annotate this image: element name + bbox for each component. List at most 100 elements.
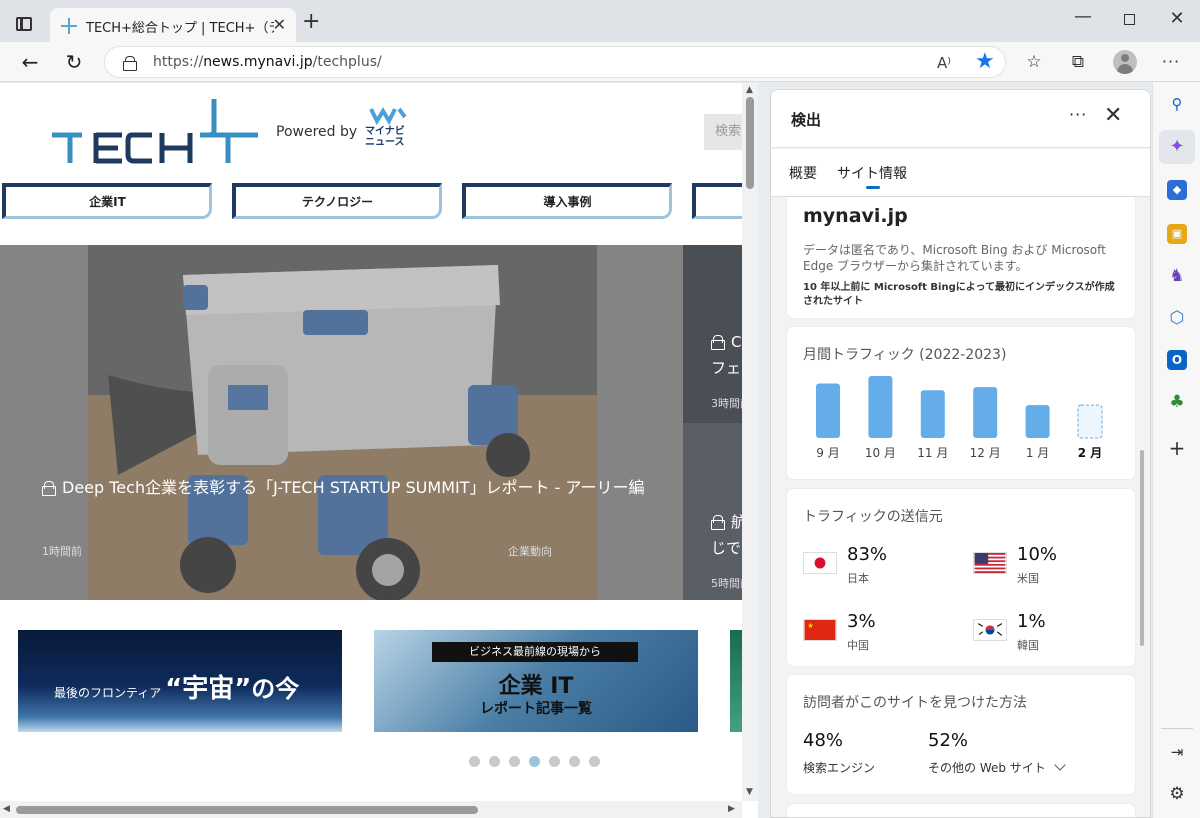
traffic-month-label: 2 月 — [1078, 446, 1103, 460]
site-name: mynavi.jp — [803, 205, 908, 227]
panel-scrollbar[interactable] — [1140, 450, 1144, 646]
traffic-bar — [920, 390, 945, 438]
add-icon[interactable]: + — [1167, 438, 1187, 458]
horizontal-scroll-thumb[interactable] — [16, 806, 478, 814]
site-index-note: 10 年以上前に Microsoft Bingによって最初にインデックスが作成さ… — [803, 282, 1115, 307]
refresh-button[interactable]: ↻ — [62, 50, 86, 74]
next-card — [787, 804, 1135, 817]
read-aloud-icon[interactable]: A⁾ — [937, 54, 951, 72]
search-icon[interactable]: ⚲ — [1167, 94, 1187, 114]
close-window-button[interactable]: ✕ — [1162, 8, 1192, 29]
panel-more-icon[interactable]: ··· — [1069, 105, 1087, 124]
site-info-card: mynavi.jp データは匿名であり、Microsoft Bing および M… — [787, 197, 1135, 318]
minimize-button[interactable]: — — [1068, 6, 1098, 27]
vertical-scrollbar[interactable]: ▲ ▼ — [742, 83, 758, 801]
carousel-dot[interactable] — [549, 756, 560, 767]
outlook-icon[interactable]: O — [1167, 350, 1187, 370]
tab-site-info[interactable]: サイト情報 — [837, 163, 907, 183]
traffic-bar — [1077, 404, 1103, 439]
browser-tab[interactable]: TECH+総合トップ | TECH+（テック） ✕ — [50, 8, 296, 42]
close-tab-icon[interactable]: ✕ — [273, 15, 286, 34]
carousel-dots — [469, 752, 609, 771]
category-technology[interactable]: テクノロジー — [232, 183, 442, 219]
panel-tabs: 概要 サイト情報 — [771, 149, 1150, 197]
kr-flag-icon — [973, 619, 1007, 641]
traffic-bar — [868, 376, 893, 438]
traffic-bar — [1025, 405, 1050, 438]
tab-actions-icon[interactable] — [16, 17, 32, 31]
navigation-bar: ← ↻ https://news.mynavi.jp/techplus/ A⁾ … — [0, 42, 1200, 82]
space-banner[interactable]: 最後のフロンティア “宇宙”の今 — [18, 630, 342, 732]
discover-panel: 検出 ··· ✕ 概要 サイト情報 mynavi.jp データは匿名であり、Mi… — [770, 89, 1151, 818]
discover-icon[interactable]: ✦ — [1167, 137, 1187, 157]
tech-plus-logo[interactable] — [50, 97, 260, 167]
other-sites-dropdown[interactable]: その他の Web サイト — [928, 759, 1066, 776]
games-icon[interactable]: ♞ — [1167, 266, 1187, 286]
url-text[interactable]: https://news.mynavi.jp/techplus/ — [153, 54, 382, 70]
horizontal-scrollbar[interactable]: ◀ ▶ — [0, 801, 742, 818]
carousel-dot[interactable] — [509, 756, 520, 767]
settings-icon[interactable]: ⚙ — [1167, 784, 1187, 804]
panel-close-icon[interactable]: ✕ — [1104, 103, 1122, 128]
scroll-down-icon[interactable]: ▼ — [746, 787, 753, 797]
traffic-month-label: 11 月 — [917, 446, 948, 460]
category-case-studies[interactable]: 導入事例 — [462, 183, 672, 219]
hero-article-category: 企業動向 — [508, 545, 552, 558]
new-tab-button[interactable]: + — [302, 11, 320, 33]
traffic-month-label: 10 月 — [865, 446, 896, 460]
lock-icon[interactable] — [123, 56, 137, 71]
favorite-star-icon[interactable]: ★ — [975, 49, 995, 74]
maximize-button[interactable] — [1114, 10, 1144, 29]
traffic-month-label: 1 月 — [1026, 446, 1049, 460]
tools-icon[interactable]: ▣ — [1167, 224, 1187, 244]
traffic-bar — [973, 387, 998, 438]
title-bar: TECH+総合トップ | TECH+（テック） ✕ + — ✕ — [0, 0, 1200, 42]
traffic-sources-card: トラフィックの送信元 83% 日本 10% 米国 ★ 3% 中国 1% 韓国 — [787, 489, 1135, 666]
carousel-dot[interactable] — [589, 756, 600, 767]
carousel-dot[interactable] — [469, 756, 480, 767]
hero-carousel[interactable]: Deep Tech企業を表彰する「J-TECH STARTUP SUMMIT」レ… — [0, 245, 758, 600]
hide-sidebar-icon[interactable]: ⇥ — [1167, 742, 1187, 762]
us-flag-icon — [973, 552, 1007, 574]
search-engine-pct: 48% — [803, 730, 844, 751]
shopping-icon[interactable]: ◆ — [1167, 180, 1187, 200]
back-button[interactable]: ← — [18, 50, 42, 74]
webpage-content: Powered by マイナビニュース 検索 企業IT テクノロジー 導入事例 — [0, 83, 758, 818]
panel-title: 検出 — [791, 111, 822, 129]
traffic-bar — [816, 383, 840, 438]
more-menu-icon[interactable]: ··· — [1160, 51, 1182, 73]
source-us: 10% 米国 — [973, 544, 1133, 585]
hero-article-title[interactable]: Deep Tech企業を表彰する「J-TECH STARTUP SUMMIT」レ… — [42, 475, 652, 501]
source-china: ★ 3% 中国 — [803, 611, 963, 652]
collections-icon[interactable]: ⧉ — [1067, 51, 1089, 73]
carousel-dot[interactable] — [529, 756, 540, 767]
chevron-down-icon[interactable] — [1053, 759, 1066, 771]
hero-overlay — [0, 245, 683, 600]
visitors-title: 訪問者がこのサイトを見つけた方法 — [803, 695, 1027, 711]
lock-icon — [711, 515, 725, 530]
traffic-month-label: 9 月 — [816, 446, 839, 460]
lock-icon — [42, 481, 56, 496]
scroll-left-icon[interactable]: ◀ — [3, 804, 10, 814]
tab-title: TECH+総合トップ | TECH+（テック） — [86, 21, 274, 36]
carousel-dot[interactable] — [489, 756, 500, 767]
vertical-scroll-thumb[interactable] — [746, 97, 754, 189]
active-tab-indicator — [866, 186, 880, 189]
scroll-right-icon[interactable]: ▶ — [728, 804, 735, 814]
scroll-up-icon[interactable]: ▲ — [746, 85, 753, 95]
tab-overview[interactable]: 概要 — [789, 163, 817, 183]
carousel-dot[interactable] — [569, 756, 580, 767]
panel-header: 検出 ··· ✕ — [771, 90, 1150, 148]
favorites-icon[interactable]: ☆ — [1023, 51, 1045, 73]
category-enterprise-it[interactable]: 企業IT — [2, 183, 212, 219]
enterprise-it-banner[interactable]: ビジネス最前線の現場から 企業 IT レポート記事一覧 — [374, 630, 698, 732]
favicon-icon — [61, 18, 77, 34]
maximize-icon — [1123, 14, 1135, 25]
address-bar[interactable]: https://news.mynavi.jp/techplus/ A⁾ ★ — [104, 46, 1006, 78]
profile-avatar[interactable] — [1113, 50, 1137, 74]
traffic-month-label: 12 月 — [970, 446, 1001, 460]
office-icon[interactable]: ⬡ — [1167, 308, 1187, 328]
drop-icon[interactable]: ♣ — [1167, 392, 1187, 412]
rail-divider — [1161, 728, 1193, 729]
lock-icon — [711, 335, 725, 350]
